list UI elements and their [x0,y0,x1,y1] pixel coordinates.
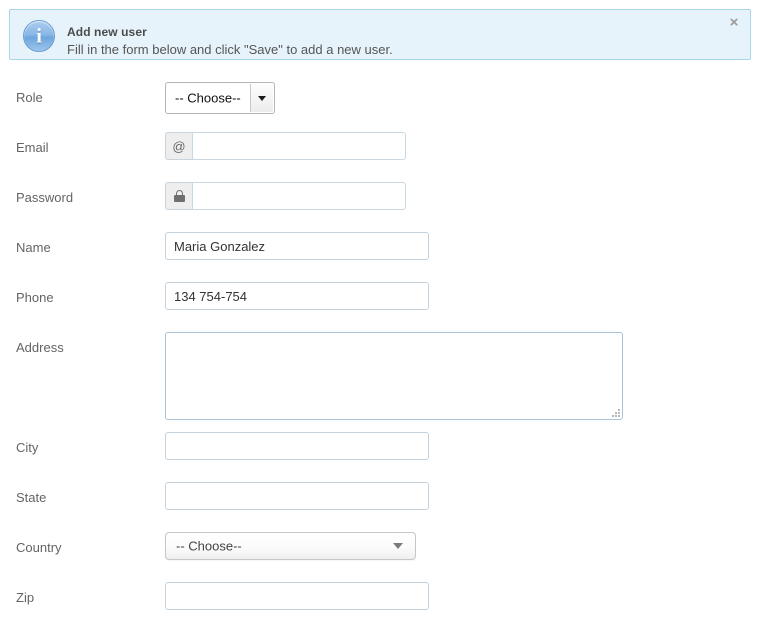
chevron-down-icon[interactable] [250,84,273,112]
zip-field-wrap [165,582,429,610]
zip-input[interactable] [165,582,429,610]
label-phone: Phone [16,290,54,305]
form-row-zip: Zip [0,570,760,620]
phone-input[interactable] [165,282,429,310]
form-row-state: State [0,470,760,520]
label-role: Role [16,90,43,105]
form-row-email: Email @ [0,120,760,170]
label-city: City [16,440,39,455]
label-zip: Zip [16,590,35,605]
state-field-wrap [165,482,429,510]
info-circle-icon: i [23,20,55,52]
form-row-phone: Phone [0,270,760,320]
form-row-role: Role -- Choose-- [0,70,760,120]
country-select-value: -- Choose-- [176,538,242,554]
password-input[interactable] [192,182,406,210]
form-row-password: Password [0,170,760,220]
label-country: Country [16,540,62,555]
form-row-country: Country -- Choose-- [0,520,760,570]
form-row-name: Name [0,220,760,270]
close-icon[interactable]: × [726,14,742,32]
add-user-form: Role -- Choose-- Email @ Password Name M… [0,70,760,620]
lock-icon [165,182,192,210]
role-select-value: -- Choose-- [175,90,241,106]
name-input[interactable] [165,232,429,260]
name-field-wrap [165,232,429,260]
chevron-down-icon [393,543,403,549]
address-field-wrap [165,332,623,420]
city-input[interactable] [165,432,429,460]
state-input[interactable] [165,482,429,510]
role-select[interactable]: -- Choose-- [165,82,275,114]
alert-message: Fill in the form below and click "Save" … [67,42,393,57]
address-textarea[interactable] [165,332,623,420]
email-input[interactable] [192,132,406,160]
phone-field-wrap [165,282,429,310]
add-user-alert-banner: i Add new user Fill in the form below an… [9,9,751,60]
label-name: Name [16,240,51,255]
form-row-address: Address [0,320,760,420]
city-field-wrap [165,432,429,460]
email-field-group: @ [165,132,406,160]
password-field-group [165,182,406,210]
country-select[interactable]: -- Choose-- [165,532,416,560]
alert-title: Add new user [67,25,147,39]
info-icon-glyph: i [36,23,42,48]
at-sign-icon: @ [165,132,192,160]
form-row-city: City [0,420,760,470]
label-address: Address [16,340,64,355]
label-email: Email [16,140,49,155]
label-password: Password [16,190,74,205]
label-state: State [16,490,47,505]
